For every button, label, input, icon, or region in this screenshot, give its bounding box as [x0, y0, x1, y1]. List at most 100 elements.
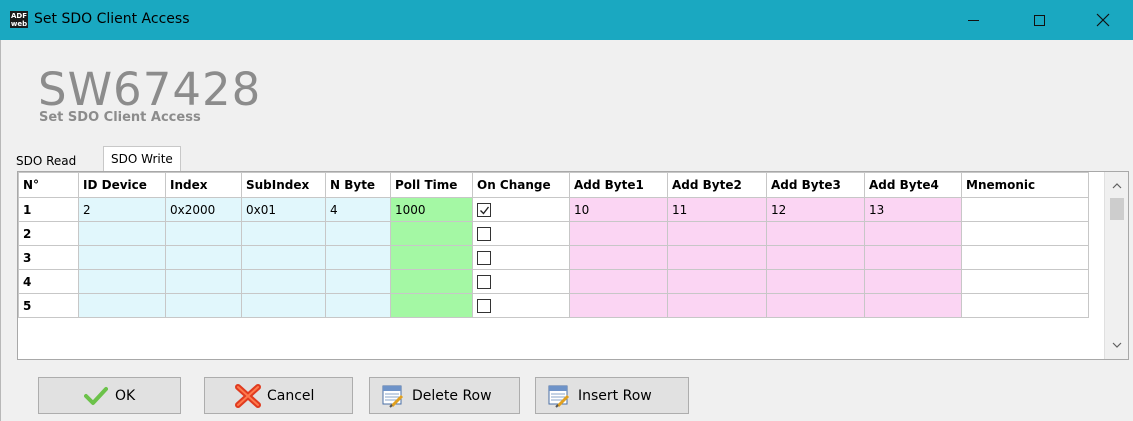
- col-header-mnemonic[interactable]: Mnemonic: [961, 172, 1089, 198]
- poll-time-cell[interactable]: [390, 245, 473, 270]
- add-byte1-cell[interactable]: [569, 245, 668, 270]
- id-device-cell[interactable]: [78, 221, 166, 246]
- index-cell[interactable]: [165, 245, 242, 270]
- add-byte4-cell[interactable]: 13: [864, 197, 962, 222]
- checkmark-icon: [83, 384, 109, 408]
- on-change-checkbox[interactable]: [477, 202, 491, 217]
- n-byte-cell[interactable]: [325, 245, 391, 270]
- chevron-up-icon: [1112, 183, 1122, 189]
- poll-time-cell[interactable]: [390, 221, 473, 246]
- vertical-scrollbar[interactable]: [1104, 172, 1128, 359]
- col-header-add-byte4[interactable]: Add Byte4: [864, 172, 962, 198]
- n-byte-cell[interactable]: [325, 269, 391, 294]
- id-device-cell[interactable]: [78, 245, 166, 270]
- poll-time-cell[interactable]: [390, 269, 473, 294]
- add-byte2-cell[interactable]: [667, 221, 767, 246]
- add-byte2-cell[interactable]: [667, 293, 767, 318]
- table-row: 2: [18, 221, 1089, 246]
- scroll-up-arrow[interactable]: [1105, 176, 1129, 196]
- add-byte1-cell[interactable]: [569, 221, 668, 246]
- n-byte-cell[interactable]: 4: [325, 197, 391, 222]
- add-byte2-cell[interactable]: [667, 245, 767, 270]
- add-byte4-cell[interactable]: [864, 293, 962, 318]
- close-button[interactable]: [1080, 0, 1126, 40]
- mnemonic-cell[interactable]: [961, 293, 1089, 318]
- tab-sdo-write[interactable]: SDO Write: [103, 146, 181, 172]
- add-byte1-cell[interactable]: [569, 293, 668, 318]
- table-row: 3: [18, 245, 1089, 270]
- on-change-cell[interactable]: [472, 269, 570, 294]
- maximize-button[interactable]: [1016, 0, 1062, 40]
- n-byte-cell[interactable]: [325, 293, 391, 318]
- col-header-n-byte[interactable]: N Byte: [325, 172, 391, 198]
- add-byte3-cell[interactable]: [766, 293, 865, 318]
- add-byte3-cell[interactable]: [766, 269, 865, 294]
- mnemonic-cell[interactable]: [961, 245, 1089, 270]
- subindex-cell[interactable]: 0x01: [241, 197, 326, 222]
- on-change-cell[interactable]: [472, 221, 570, 246]
- add-byte3-cell[interactable]: [766, 221, 865, 246]
- add-byte1-cell[interactable]: [569, 269, 668, 294]
- minimize-button[interactable]: [950, 0, 996, 40]
- poll-time-cell[interactable]: 1000: [390, 197, 473, 222]
- maximize-icon: [1033, 14, 1045, 26]
- window-title: Set SDO Client Access: [34, 11, 190, 27]
- add-byte4-cell[interactable]: [864, 221, 962, 246]
- id-device-cell[interactable]: [78, 293, 166, 318]
- index-cell[interactable]: [165, 293, 242, 318]
- delete-row-button[interactable]: Delete Row: [369, 377, 520, 414]
- cancel-button[interactable]: Cancel: [204, 377, 353, 414]
- add-byte1-cell[interactable]: 10: [569, 197, 668, 222]
- col-header-add-byte2[interactable]: Add Byte2: [667, 172, 767, 198]
- add-byte3-cell[interactable]: 12: [766, 197, 865, 222]
- add-byte2-cell[interactable]: [667, 269, 767, 294]
- on-change-cell[interactable]: [472, 293, 570, 318]
- cancel-x-icon: [235, 383, 261, 408]
- on-change-checkbox[interactable]: [477, 298, 491, 313]
- col-header-add-byte1[interactable]: Add Byte1: [569, 172, 668, 198]
- tab-sdo-read[interactable]: SDO Read: [11, 151, 81, 171]
- dialog-body: SW67428 Set SDO Client Access SDO Read S…: [0, 40, 1133, 421]
- id-device-cell[interactable]: 2: [78, 197, 166, 222]
- index-cell[interactable]: [165, 221, 242, 246]
- mnemonic-cell[interactable]: [961, 221, 1089, 246]
- row-number-cell: 1: [18, 197, 79, 222]
- scroll-down-arrow[interactable]: [1105, 335, 1129, 355]
- col-header-add-byte3[interactable]: Add Byte3: [766, 172, 865, 198]
- row-number-cell: 2: [18, 221, 79, 246]
- insert-row-button[interactable]: Insert Row: [535, 377, 689, 414]
- table-header-row: N° ID Device Index SubIndex N Byte Poll …: [18, 172, 1089, 198]
- index-cell[interactable]: 0x2000: [165, 197, 242, 222]
- id-device-cell[interactable]: [78, 269, 166, 294]
- cancel-button-label: Cancel: [267, 387, 315, 404]
- n-byte-cell[interactable]: [325, 221, 391, 246]
- col-header-poll-time[interactable]: Poll Time: [390, 172, 473, 198]
- product-code: SW67428: [38, 63, 262, 116]
- ok-button[interactable]: OK: [38, 377, 181, 414]
- on-change-checkbox[interactable]: [477, 250, 491, 265]
- on-change-checkbox[interactable]: [477, 274, 491, 289]
- row-number-cell: 5: [18, 293, 79, 318]
- col-header-on-change[interactable]: On Change: [472, 172, 570, 198]
- on-change-cell[interactable]: [472, 197, 570, 222]
- add-byte2-cell[interactable]: 11: [667, 197, 767, 222]
- col-header-subindex[interactable]: SubIndex: [241, 172, 326, 198]
- mnemonic-cell[interactable]: [961, 269, 1089, 294]
- subindex-cell[interactable]: [241, 293, 326, 318]
- add-byte4-cell[interactable]: [864, 269, 962, 294]
- col-header-id-device[interactable]: ID Device: [78, 172, 166, 198]
- add-byte3-cell[interactable]: [766, 245, 865, 270]
- subindex-cell[interactable]: [241, 221, 326, 246]
- subindex-cell[interactable]: [241, 269, 326, 294]
- mnemonic-cell[interactable]: [961, 197, 1089, 222]
- scroll-thumb[interactable]: [1110, 198, 1124, 220]
- index-cell[interactable]: [165, 269, 242, 294]
- col-header-n[interactable]: N°: [18, 172, 79, 198]
- add-byte4-cell[interactable]: [864, 245, 962, 270]
- poll-time-cell[interactable]: [390, 293, 473, 318]
- col-header-index[interactable]: Index: [165, 172, 242, 198]
- on-change-cell[interactable]: [472, 245, 570, 270]
- subindex-cell[interactable]: [241, 245, 326, 270]
- delete-row-icon: [380, 384, 406, 408]
- on-change-checkbox[interactable]: [477, 226, 491, 241]
